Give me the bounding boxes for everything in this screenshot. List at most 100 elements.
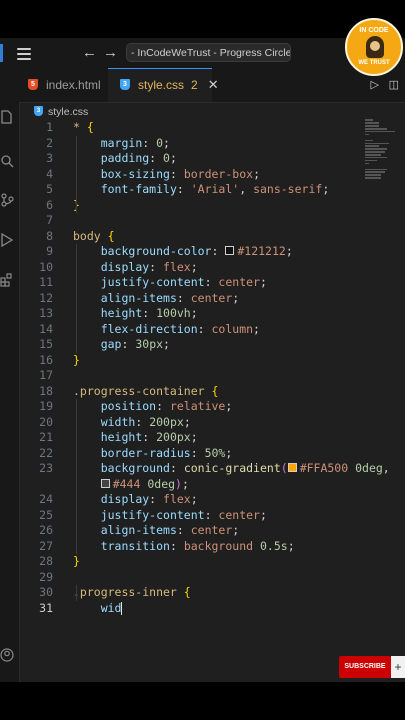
code-line[interactable]: 14 flex-direction: column;: [19, 322, 359, 338]
code-line[interactable]: 6}: [19, 198, 359, 214]
breadcrumb[interactable]: 3 style.css: [34, 104, 88, 120]
code-line[interactable]: 31 wid: [19, 601, 359, 617]
code-token: ,: [239, 182, 254, 196]
code-token: justify-content: [100, 507, 205, 522]
code-line[interactable]: 22 border-radius: 50%;: [19, 446, 359, 462]
code-line[interactable]: 13 height: 100vh;: [19, 306, 359, 322]
code-editor[interactable]: 1 * {2 margin: 0; 3 padding: 0; 4 box-sizin…: [19, 120, 390, 617]
code-line[interactable]: 11 justify-content: center;: [19, 275, 359, 291]
code-token: }: [73, 554, 80, 568]
command-center-title[interactable]: - InCodeWeTrust - Progress Circle with: [126, 43, 291, 62]
code-line[interactable]: 18 .progress-container {: [19, 384, 359, 400]
menu-icon[interactable]: [17, 46, 31, 60]
code-line[interactable]: 20 width: 200px;: [19, 415, 359, 431]
code-line[interactable]: 7: [19, 213, 359, 229]
split-editor-icon[interactable]: ◫: [389, 68, 399, 102]
code-token: ;: [225, 399, 233, 413]
badge-bottom-text: WE TRUST: [358, 60, 390, 66]
code-line[interactable]: 29: [19, 570, 359, 586]
account-icon[interactable]: [0, 648, 14, 662]
minimap[interactable]: [365, 118, 399, 198]
code-token: 0.5s: [260, 538, 288, 553]
code-line[interactable]: #444 0deg);: [19, 477, 359, 493]
code-line[interactable]: 12 align-items: center;: [19, 291, 359, 307]
extensions-icon[interactable]: [0, 273, 14, 287]
line-number: 24: [39, 492, 53, 506]
code-line[interactable]: 10 display: flex;: [19, 260, 359, 276]
channel-logo-badge: IN CODE WE TRUST: [345, 18, 403, 76]
code-token: border-box: [183, 166, 254, 181]
code-line[interactable]: 8 body {: [19, 229, 359, 245]
color-swatch[interactable]: [287, 463, 297, 472]
code-token: ;: [181, 476, 189, 491]
arrow-right-icon[interactable]: →: [103, 44, 118, 62]
code-line[interactable]: 16}: [19, 353, 359, 369]
code-line[interactable]: 25 justify-content: center;: [19, 508, 359, 524]
code-token: ;: [190, 492, 198, 506]
code-token: 30px: [135, 337, 164, 351]
code-line[interactable]: 17: [19, 368, 359, 384]
breadcrumb-file: style.css: [48, 106, 89, 118]
code-token: ;: [285, 244, 293, 258]
code-text: wid: [73, 600, 123, 617]
code-token: 0deg: [147, 476, 176, 491]
code-line[interactable]: 9 background-color: #121212;: [19, 244, 359, 260]
code-token: wid: [100, 600, 122, 615]
code-line[interactable]: 26 align-items: center;: [19, 523, 359, 539]
line-number: 13: [39, 306, 53, 320]
indent-guide: [76, 585, 77, 601]
explorer-icon[interactable]: [0, 110, 14, 124]
color-swatch[interactable]: [225, 246, 235, 255]
line-number: 19: [39, 399, 53, 413]
code-text: justify-content: center;: [73, 275, 267, 291]
code-token: *: [73, 120, 87, 134]
code-token: 'Arial': [190, 182, 240, 196]
code-line[interactable]: 27 transition: background 0.5s;: [19, 539, 359, 555]
code-text: width: 200px;: [73, 415, 191, 431]
code-line[interactable]: 23 background: conic-gradient(#FFA500 0d…: [19, 461, 390, 477]
code-line[interactable]: 3 padding: 0;: [19, 151, 359, 167]
search-icon[interactable]: [0, 154, 14, 168]
code-line[interactable]: 30 .progress-inner {: [19, 585, 359, 601]
code-line[interactable]: 28}: [19, 554, 359, 570]
vscode-window: ← → - InCodeWeTrust - Progress Circle wi…: [0, 38, 405, 682]
line-number: 29: [39, 569, 53, 584]
code-line[interactable]: 21 height: 200px;: [19, 430, 359, 446]
code-token: position: [100, 399, 157, 413]
code-line[interactable]: 4 box-sizing: border-box;: [19, 167, 359, 183]
code-text: transition: background 0.5s;: [73, 539, 295, 555]
code-line[interactable]: 15 gap: 30px;: [19, 337, 359, 353]
code-token: ;: [322, 182, 330, 196]
subscribe-button[interactable]: SUBSCRIBE: [339, 656, 391, 678]
arrow-left-icon[interactable]: ←: [82, 44, 97, 62]
code-token: center: [190, 523, 233, 537]
code-line[interactable]: 19 position: relative;: [19, 399, 359, 415]
problems-count-badge: 2: [191, 78, 198, 92]
code-token: center: [218, 275, 260, 289]
code-line[interactable]: 2 margin: 0;: [19, 136, 359, 152]
tab-index-html[interactable]: 5 index.html: [19, 68, 107, 102]
code-token: ;: [169, 151, 177, 165]
code-line[interactable]: 24 display: flex;: [19, 492, 359, 508]
close-icon[interactable]: ✕: [208, 77, 219, 92]
run-debug-icon[interactable]: [0, 233, 14, 247]
line-number: 28: [39, 554, 53, 568]
plus-icon[interactable]: +: [391, 656, 405, 678]
source-control-icon[interactable]: [0, 193, 14, 207]
code-token: ;: [232, 523, 240, 537]
text-cursor: [121, 601, 123, 615]
editor-tabs: 5 index.html 3 style.css 2 ✕ ▷ ◫: [19, 68, 405, 103]
color-swatch[interactable]: [100, 478, 110, 488]
code-text: display: flex;: [73, 260, 198, 276]
code-line[interactable]: 1 * {: [19, 120, 359, 136]
code-token: :: [204, 507, 219, 522]
tab-style-css[interactable]: 3 style.css 2 ✕: [108, 68, 219, 102]
code-token: 0: [163, 151, 170, 165]
code-line[interactable]: 5 font-family: 'Arial', sans-serif;: [19, 182, 359, 198]
line-number: 6: [46, 197, 53, 212]
